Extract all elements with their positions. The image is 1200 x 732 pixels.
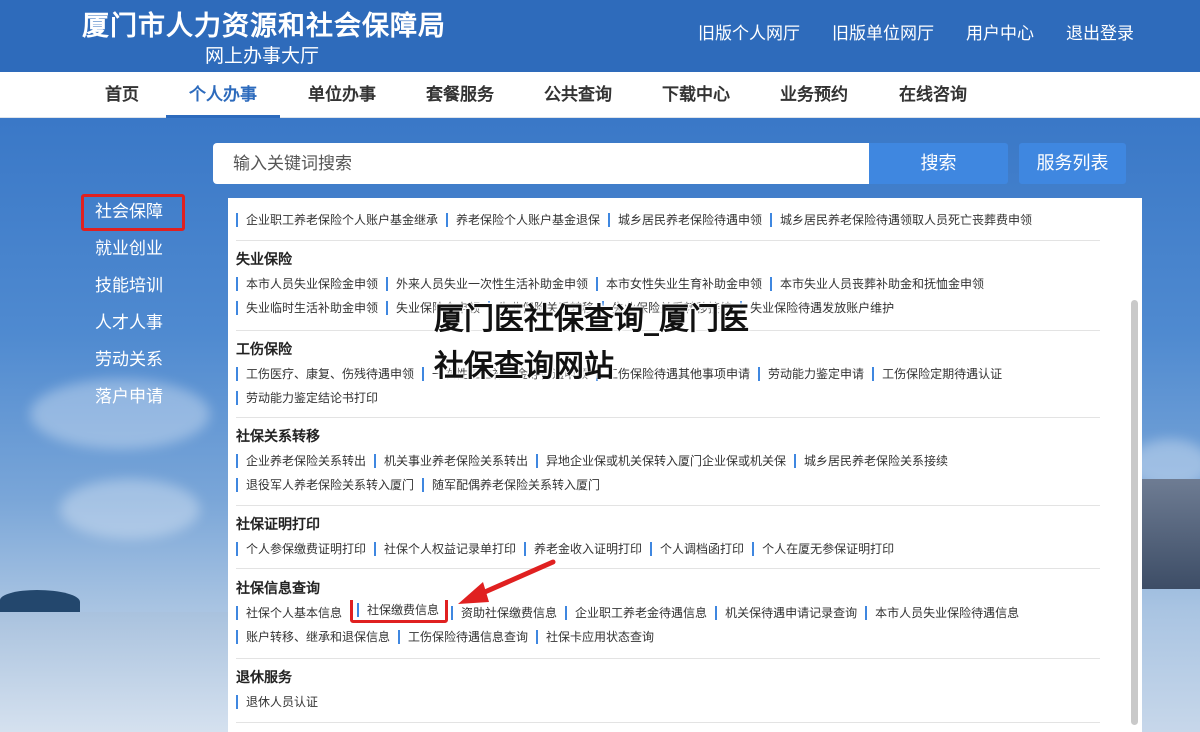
service-link[interactable]: 外来人员失业一次性生活补助金申领 [386,276,593,291]
link-row: 个人参保缴费证明打印 社保个人权益记录单打印 养老金收入证明打印 个人调档函打印 个人在… [236,536,1100,560]
section-title: 社保信息查询 [236,581,320,597]
section-title: 退休服务 [236,670,292,686]
service-link[interactable]: 劳动能力鉴定结论书打印 [236,390,383,405]
link-row: 本市人员失业保险金申领 外来人员失业一次性生活补助金申领 本市女性失业生育补助金申领… [236,271,1100,295]
nav-personal[interactable]: 个人办事 [166,72,280,118]
water [0,612,228,732]
service-link[interactable]: 城乡居民养老保险关系接续 [794,453,953,468]
service-link[interactable]: 企业职工养老金待遇信息 [565,605,712,620]
link-user-center[interactable]: 用户中心 [966,19,1034,44]
divider [236,568,1100,569]
service-link[interactable]: 企业职工养老保险个人账户基金继承 [236,212,443,227]
side-item-skills-training[interactable]: 技能培训 [81,268,231,305]
service-link[interactable]: 工伤医疗、康复、伤残待遇申领 [236,366,419,381]
service-link[interactable]: 资助社保缴费信息 [451,605,562,620]
service-link[interactable]: 社保卡应用状态查询 [536,629,659,644]
service-link[interactable]: 机关保待遇申请记录查询 [715,605,862,620]
service-link[interactable]: 个人参保缴费证明打印 [236,541,371,556]
service-link[interactable]: 养老保险个人账户基金退保 [446,212,605,227]
highlight-box: 社保缴费信息 [350,600,449,623]
divider [236,722,1100,723]
service-link[interactable]: 退休人员认证 [236,694,323,709]
link-row: 退休人员认证 [236,689,1100,713]
watermark-title: 厦门医社保查询_厦门医社保查询网站 [434,302,749,384]
service-link[interactable]: 养老金收入证明打印 [524,541,647,556]
service-link-payment-info[interactable]: 社保缴费信息 [357,602,441,617]
nav-home[interactable]: 首页 [100,72,144,118]
nav-appointment[interactable]: 业务预约 [777,72,851,118]
service-link[interactable]: 城乡居民养老保险待遇申领 [608,212,767,227]
link-row: 账户转移、继承和退保信息 工伤保险待遇信息查询 社保卡应用状态查询 [236,624,1100,648]
section-retirement: 退休服务 退休人员认证 [236,667,1100,713]
service-panel: 企业职工养老保险个人账户基金继承 养老保险个人账户基金退保 城乡居民养老保险待遇申领… [228,198,1142,732]
link-row: 企业职工养老保险个人账户基金继承 养老保险个人账户基金退保 城乡居民养老保险待遇申领… [236,207,1100,231]
service-link[interactable]: 账户转移、继承和退保信息 [236,629,395,644]
side-item-social-security[interactable]: 社会保障 [81,194,185,231]
service-link[interactable]: 个人调档函打印 [650,541,749,556]
service-link[interactable]: 工伤保险待遇信息查询 [398,629,533,644]
nav-public-query[interactable]: 公共查询 [541,72,615,118]
cloud [60,479,200,539]
partial-row: 企业职工养老保险个人账户基金继承 养老保险个人账户基金退保 城乡居民养老保险待遇申领… [236,207,1100,231]
section-title: 社保证明打印 [236,517,320,533]
site-header: 厦门市人力资源和社会保障局 网上办事大厅 旧版个人网厅 旧版单位网厅 用户中心 … [0,0,1200,72]
divider [236,658,1100,659]
service-link[interactable]: 本市女性失业生育补助金申领 [596,276,767,291]
link-old-personal-hall[interactable]: 旧版个人网厅 [698,19,800,44]
nav-consult[interactable]: 在线咨询 [896,72,970,118]
service-link[interactable]: 本市失业人员丧葬补助金和抚恤金申领 [770,276,989,291]
section-title: 失业保险 [236,252,292,268]
divider [236,240,1100,241]
main-nav: 首页 个人办事 单位办事 套餐服务 公共查询 下载中心 业务预约 在线咨询 [0,72,1200,118]
service-link[interactable]: 退役军人养老保险关系转入厦门 [236,477,419,492]
service-link[interactable]: 社保个人基本信息 [236,605,347,620]
search-input[interactable] [213,143,869,184]
hill [0,590,80,612]
service-list-button[interactable]: 服务列表 [1019,143,1126,184]
section-transfer: 社保关系转移 企业养老保险关系转出 机关事业养老保险关系转出 异地企业保或机关保转入… [236,426,1100,496]
link-row: 企业养老保险关系转出 机关事业养老保险关系转出 异地企业保或机关保转入厦门企业保或机… [236,448,1100,472]
side-item-employment[interactable]: 就业创业 [81,231,231,268]
side-menu: 社会保障 就业创业 技能培训 人才人事 劳动关系 落户申请 [81,194,231,416]
divider [236,505,1100,506]
nav-package[interactable]: 套餐服务 [423,72,497,118]
side-item-labor-relations[interactable]: 劳动关系 [81,342,231,379]
service-link[interactable]: 个人在厦无参保证明打印 [752,541,899,556]
section-certificate: 社保证明打印 个人参保缴费证明打印 社保个人权益记录单打印 养老金收入证明打印 个人调… [236,514,1100,560]
service-link[interactable]: 随军配偶养老保险关系转入厦门 [422,477,605,492]
service-link[interactable]: 城乡居民养老保险待遇领取人员死亡丧葬费申领 [770,212,1037,227]
service-link[interactable]: 失业临时生活补助金申领 [236,300,383,315]
link-row: 退役军人养老保险关系转入厦门 随军配偶养老保险关系转入厦门 [236,472,1100,496]
service-link[interactable]: 本市人员失业保险待遇信息 [865,605,1024,620]
search-button[interactable]: 搜索 [869,143,1008,184]
city-buildings [1140,479,1200,589]
link-logout[interactable]: 退出登录 [1066,19,1134,44]
side-item-settlement[interactable]: 落户申请 [81,379,231,416]
service-link[interactable]: 工伤保险定期待遇认证 [872,366,1007,381]
service-link[interactable]: 机关事业养老保险关系转出 [374,453,533,468]
service-link[interactable]: 劳动能力鉴定申请 [758,366,869,381]
nav-unit[interactable]: 单位办事 [305,72,379,118]
service-link[interactable]: 异地企业保或机关保转入厦门企业保或机关保 [536,453,791,468]
service-link[interactable]: 本市人员失业保险金申领 [236,276,383,291]
panel-scrollbar[interactable] [1131,300,1138,725]
service-link[interactable]: 社保个人权益记录单打印 [374,541,521,556]
link-row: 社保个人基本信息 社保缴费信息 资助社保缴费信息 企业职工养老金待遇信息 机关保待遇申请… [236,600,1100,624]
service-link[interactable]: 企业养老保险关系转出 [236,453,371,468]
divider [236,417,1100,418]
top-links: 旧版个人网厅 旧版单位网厅 用户中心 退出登录 [698,19,1134,44]
section-info-query: 社保信息查询 社保个人基本信息 社保缴费信息 资助社保缴费信息 企业职工养老金待遇信息… [236,578,1100,648]
site-title: 厦门市人力资源和社会保障局 [82,11,446,42]
search-box [213,143,869,184]
link-old-unit-hall[interactable]: 旧版单位网厅 [832,19,934,44]
nav-download[interactable]: 下载中心 [659,72,733,118]
section-title: 社保关系转移 [236,429,320,445]
side-item-talent[interactable]: 人才人事 [81,305,231,342]
site-subtitle: 网上办事大厅 [205,45,320,67]
